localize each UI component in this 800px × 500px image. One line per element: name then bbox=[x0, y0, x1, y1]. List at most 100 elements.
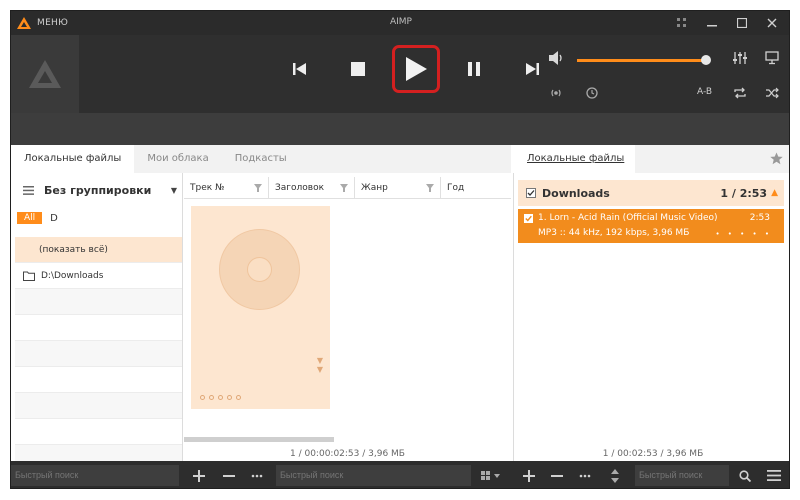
playlist-group-name: Downloads bbox=[542, 186, 610, 200]
more-icon[interactable] bbox=[245, 464, 269, 487]
close-icon[interactable] bbox=[757, 13, 787, 33]
chevron-down-icon[interactable]: ▼ bbox=[171, 186, 177, 195]
checkbox-icon[interactable] bbox=[524, 214, 533, 223]
transport-controls bbox=[271, 43, 561, 95]
tree-item-downloads[interactable]: D:\Downloads bbox=[15, 263, 182, 289]
clock-icon[interactable] bbox=[586, 87, 598, 99]
repeat-icon[interactable] bbox=[733, 87, 747, 99]
playlist-tabs: Локальные файлы bbox=[513, 145, 789, 173]
tree-item-show-all[interactable]: (показать всё) bbox=[15, 237, 182, 263]
play-icon bbox=[406, 57, 427, 81]
tab-local-files[interactable]: Локальные файлы bbox=[11, 145, 135, 173]
tree-empty-row bbox=[15, 315, 182, 341]
grouping-label: Без группировки bbox=[44, 183, 152, 197]
album-card[interactable]: ▼ ▼ bbox=[191, 206, 330, 409]
menu-icon[interactable] bbox=[762, 464, 786, 487]
volume-area: A-B bbox=[549, 49, 785, 99]
column-genre[interactable]: Жанр bbox=[355, 177, 441, 199]
rating-dots[interactable] bbox=[200, 395, 241, 400]
filter-all-button[interactable]: All bbox=[17, 212, 43, 224]
rating-dot[interactable] bbox=[236, 395, 241, 400]
sort-icon[interactable] bbox=[603, 464, 627, 487]
next-icon bbox=[526, 63, 539, 75]
speaker-icon[interactable] bbox=[549, 51, 565, 65]
rating-dot[interactable] bbox=[209, 395, 214, 400]
remove-icon[interactable] bbox=[217, 464, 241, 487]
filter-letter-d[interactable]: D bbox=[50, 213, 58, 224]
column-headers: Трек № Заголовок Жанр Год bbox=[184, 177, 511, 199]
track-info-bar bbox=[11, 113, 789, 145]
library-view: Трек № Заголовок Жанр Год ▼ ▼ 1 / 00:00:… bbox=[184, 173, 511, 461]
view-search-input[interactable] bbox=[276, 465, 471, 486]
playlist-track-row[interactable]: 1. Lorn - Acid Rain (Official Music Vide… bbox=[518, 209, 784, 243]
volume-slider[interactable] bbox=[577, 55, 712, 65]
grid-icon[interactable] bbox=[667, 13, 697, 33]
playlist-group-count: 1 / 2:53 bbox=[720, 186, 768, 200]
add-icon[interactable] bbox=[187, 464, 211, 487]
tree-item-label: D:\Downloads bbox=[41, 270, 104, 281]
search-icon[interactable] bbox=[733, 464, 757, 487]
player-panel: A-B bbox=[11, 35, 789, 113]
playlist-search-input[interactable] bbox=[635, 465, 729, 486]
rating-dot[interactable] bbox=[227, 395, 232, 400]
star-icon[interactable] bbox=[770, 152, 783, 165]
library-search-input[interactable] bbox=[11, 465, 179, 486]
filter-icon[interactable] bbox=[426, 184, 434, 192]
previous-icon bbox=[293, 63, 306, 75]
stop-icon bbox=[351, 62, 365, 76]
grouping-panel: Без группировки ▼ All D (показать всё) D… bbox=[11, 173, 183, 471]
hamburger-icon[interactable] bbox=[23, 185, 34, 195]
rating-dot[interactable] bbox=[218, 395, 223, 400]
minimize-icon[interactable] bbox=[697, 13, 727, 33]
tab-podcasts[interactable]: Подкасты bbox=[222, 145, 300, 173]
column-label: Жанр bbox=[361, 183, 388, 193]
filter-icon[interactable] bbox=[254, 184, 262, 192]
filter-icon[interactable] bbox=[340, 184, 348, 192]
tree-empty-row bbox=[15, 393, 182, 419]
title-bar: МЕНЮ AIMP bbox=[11, 11, 789, 35]
playlist-status: 1 / 00:02:53 / 3,96 МБ bbox=[602, 449, 704, 459]
maximize-icon[interactable] bbox=[727, 13, 757, 33]
aimp-logo-icon bbox=[29, 60, 61, 88]
rating-dot[interactable] bbox=[200, 395, 205, 400]
playlist-group-header[interactable]: Downloads 1 / 2:53 ▲ bbox=[518, 180, 784, 206]
tab-my-clouds[interactable]: Мои облака bbox=[134, 145, 221, 173]
volume-knob[interactable] bbox=[701, 55, 712, 65]
library-tabs: Локальные файлы Мои облака Подкасты bbox=[11, 145, 511, 173]
disc-icon bbox=[219, 229, 300, 310]
grouping-selector[interactable]: Без группировки ▼ bbox=[11, 177, 183, 203]
column-label: Заголовок bbox=[275, 183, 325, 193]
tab-playlist-local-files[interactable]: Локальные файлы bbox=[513, 145, 635, 173]
tree-empty-row bbox=[15, 289, 182, 315]
add-icon[interactable] bbox=[517, 464, 541, 487]
column-title[interactable]: Заголовок bbox=[269, 177, 355, 199]
folder-icon bbox=[23, 271, 35, 281]
column-track-number[interactable]: Трек № bbox=[184, 177, 269, 199]
chevron-double-down-icon[interactable]: ▼ ▼ bbox=[317, 356, 323, 374]
stop-button[interactable] bbox=[329, 43, 387, 95]
tree-empty-row bbox=[15, 419, 182, 445]
playlist-panel: Downloads 1 / 2:53 ▲ 1. Lorn - Acid Rain… bbox=[513, 173, 789, 461]
ab-repeat-button[interactable]: A-B bbox=[697, 87, 712, 97]
shuffle-icon[interactable] bbox=[765, 87, 779, 99]
tree-empty-row bbox=[15, 367, 182, 393]
chevron-up-icon[interactable]: ▲ bbox=[771, 188, 778, 198]
track-duration: 2:53 bbox=[749, 213, 770, 223]
more-icon[interactable] bbox=[573, 464, 597, 487]
checkbox-icon[interactable] bbox=[526, 188, 536, 198]
track-rating[interactable]: • • • • • bbox=[715, 230, 772, 238]
play-button[interactable] bbox=[392, 45, 440, 93]
tree-empty-row bbox=[15, 341, 182, 367]
equalizer-icon[interactable] bbox=[733, 51, 747, 65]
disc-center bbox=[247, 257, 272, 282]
visualization-icon[interactable] bbox=[765, 51, 779, 65]
pause-button[interactable] bbox=[445, 43, 503, 95]
view-mode-icon[interactable] bbox=[475, 464, 507, 487]
column-year[interactable]: Год bbox=[441, 177, 511, 199]
radio-icon[interactable] bbox=[549, 87, 563, 99]
previous-button[interactable] bbox=[271, 43, 329, 95]
remove-icon[interactable] bbox=[545, 464, 569, 487]
track-info: MP3 :: 44 kHz, 192 kbps, 3,96 МБ bbox=[538, 228, 690, 238]
horizontal-scrollbar[interactable] bbox=[184, 437, 334, 442]
letter-filter: All D bbox=[17, 210, 58, 226]
